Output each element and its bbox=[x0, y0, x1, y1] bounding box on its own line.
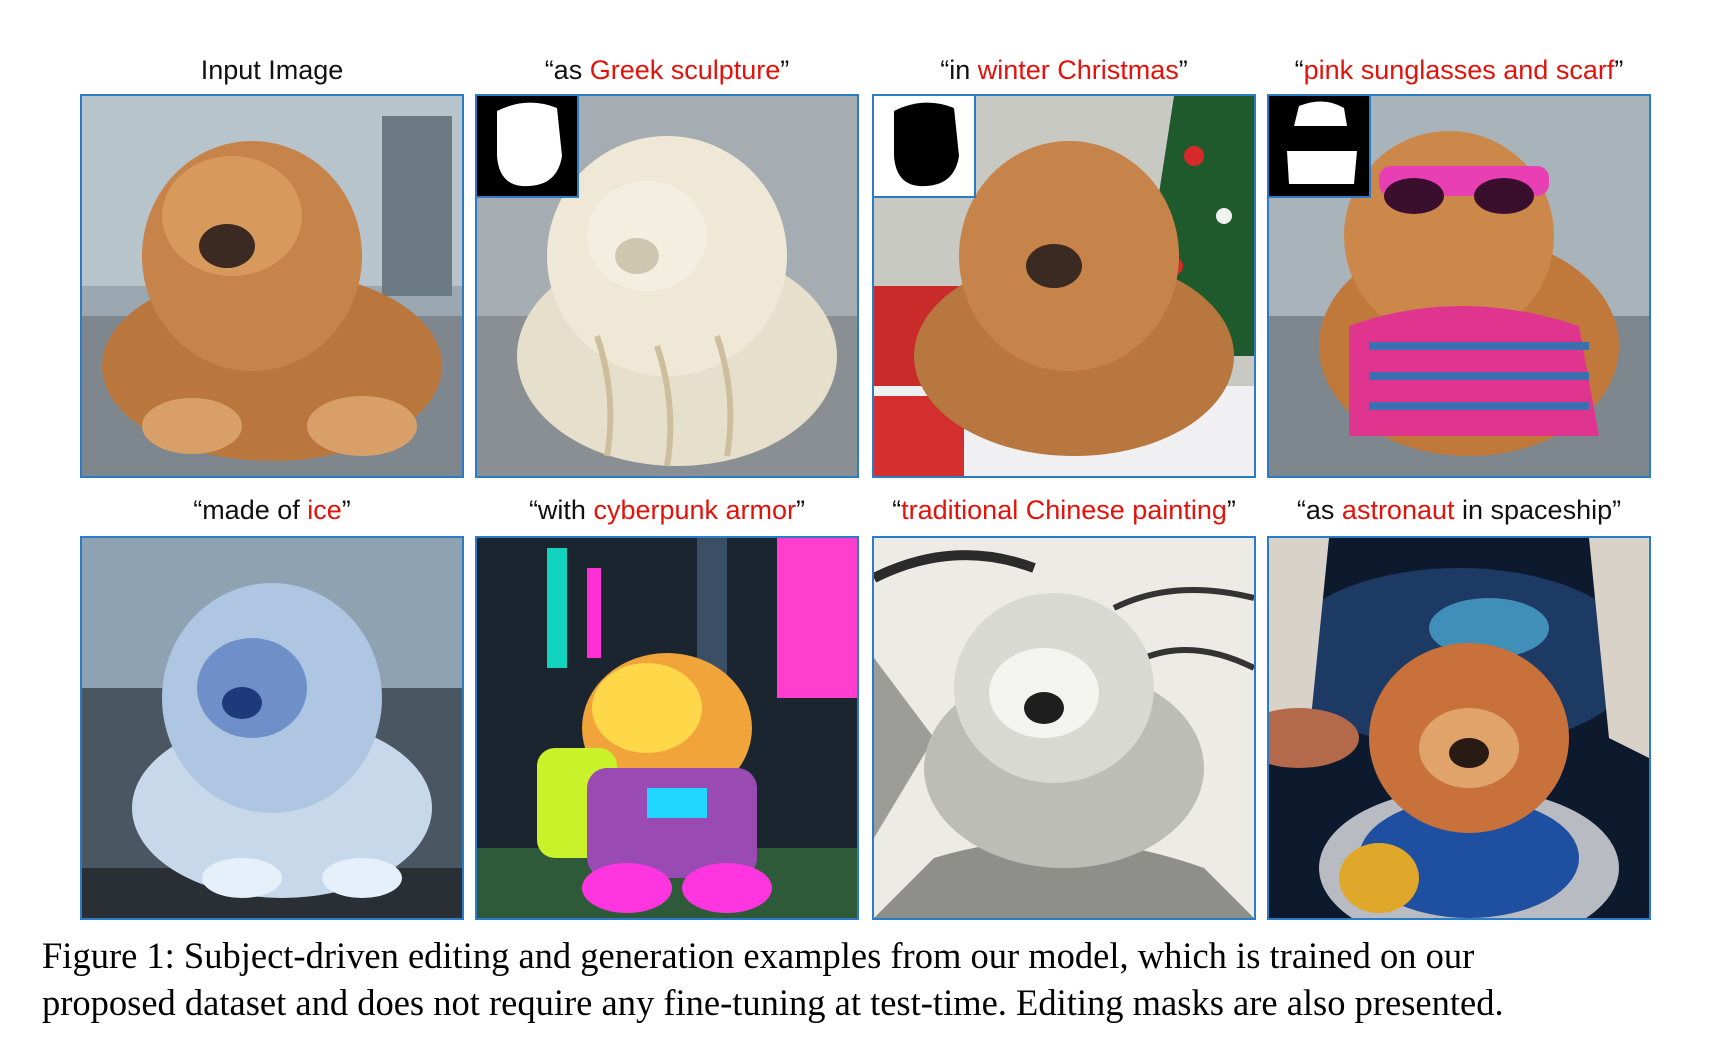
panel-greek-sculpture: “as Greek sculpture” bbox=[475, 52, 859, 482]
winter-christmas-image bbox=[872, 94, 1256, 478]
panel-pink-sunglasses: “pink sunglasses and scarf” bbox=[1267, 52, 1651, 482]
ice-image bbox=[80, 536, 464, 920]
input-image bbox=[80, 94, 464, 478]
panel-label: “made of ice” bbox=[193, 495, 351, 525]
panel-label: “pink sunglasses and scarf” bbox=[1294, 55, 1624, 85]
cyberpunk-image bbox=[475, 536, 859, 920]
greek-sculpture-image bbox=[475, 94, 859, 478]
caption-line-1: Figure 1: Subject-driven editing and gen… bbox=[42, 935, 1475, 976]
panel-label: “as Greek sculpture” bbox=[544, 55, 790, 85]
editing-mask bbox=[874, 96, 976, 198]
editing-mask bbox=[477, 96, 579, 198]
astronaut-image bbox=[1267, 536, 1651, 920]
panel-ice: “made of ice” bbox=[80, 492, 464, 922]
panel-label: Input Image bbox=[200, 55, 344, 85]
panel-input: Input Image bbox=[80, 52, 464, 482]
figure-grid: Input Image “as Greek sculpture” “in win… bbox=[0, 0, 1735, 930]
figure-caption: Figure 1: Subject-driven editing and gen… bbox=[42, 932, 1702, 1026]
panel-chinese-painting: “traditional Chinese painting” bbox=[872, 492, 1256, 922]
panel-label: “traditional Chinese painting” bbox=[892, 495, 1236, 525]
panel-astronaut: “as astronaut in spaceship” bbox=[1267, 492, 1651, 922]
panel-label: “as astronaut in spaceship” bbox=[1296, 495, 1622, 525]
panel-winter-christmas: “in winter Christmas” bbox=[872, 52, 1256, 482]
panel-label: “with cyberpunk armor” bbox=[528, 495, 806, 525]
chinese-painting-image bbox=[872, 536, 1256, 920]
panel-label: “in winter Christmas” bbox=[940, 55, 1188, 85]
pink-sunglasses-image bbox=[1267, 94, 1651, 478]
editing-mask bbox=[1269, 96, 1371, 198]
panel-cyberpunk: “with cyberpunk armor” bbox=[475, 492, 859, 922]
caption-line-2: proposed dataset and does not require an… bbox=[42, 982, 1504, 1023]
